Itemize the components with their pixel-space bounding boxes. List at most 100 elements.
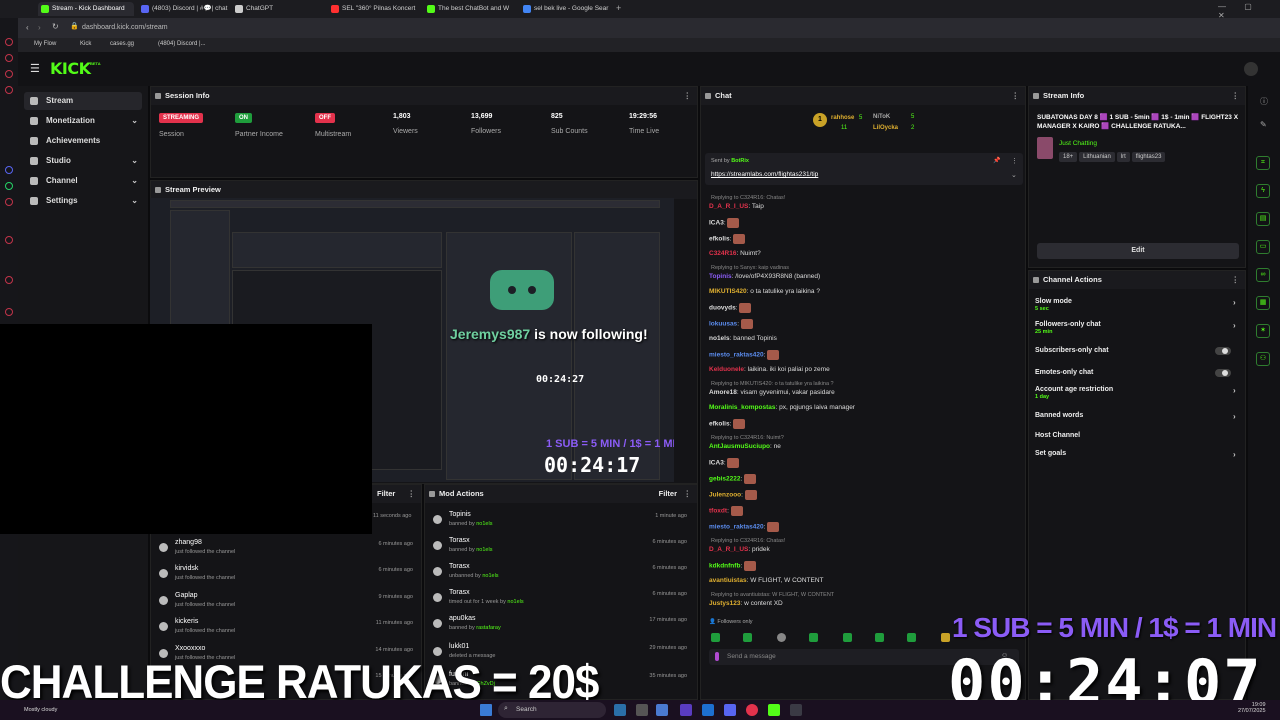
chat-reply-context[interactable]: Replying to C324R16: Chatas! <box>711 195 785 201</box>
settings-icon[interactable] <box>5 308 13 316</box>
bookmark-discord[interactable]: (4804) Discord |... <box>158 41 206 47</box>
clock[interactable]: 19:09 27/07/2025 <box>1238 702 1266 714</box>
chat-username[interactable]: MIKUTIS420 <box>709 288 747 295</box>
windows-start-icon[interactable] <box>480 704 492 716</box>
followers-only-action[interactable]: Followers-only chat 25 min › <box>1035 321 1236 335</box>
chat-username[interactable]: lokuusas <box>709 321 737 328</box>
off-badge[interactable]: OFF <box>315 113 335 123</box>
chat-username[interactable]: efkolis <box>709 421 730 428</box>
music-icon[interactable] <box>5 236 13 244</box>
kick-logo[interactable]: KICK <box>50 59 91 78</box>
chat-reply-context[interactable]: Replying to C324R16: Chatas! <box>711 538 785 544</box>
tab-youtube[interactable]: SEL "360° Pilnas Koncert <box>328 2 418 16</box>
emote-icon[interactable] <box>907 633 916 642</box>
account-age-action[interactable]: Account age restriction 1 day › <box>1035 386 1236 400</box>
clip-icon[interactable]: ⌗ <box>1256 156 1270 170</box>
menu-icon[interactable]: ☰ <box>30 62 40 75</box>
weather-label[interactable]: Mostly cloudy <box>24 707 57 713</box>
chat-username[interactable]: gebis2222 <box>709 476 740 483</box>
more-icon[interactable]: ⋮ <box>1012 87 1020 105</box>
nav-item-achievements[interactable]: Achievements <box>24 132 142 150</box>
discord-icon[interactable] <box>5 166 13 174</box>
avatar[interactable] <box>1244 62 1258 76</box>
nav-item-settings[interactable]: Settings ⌄ <box>24 192 142 210</box>
edit-stream-button[interactable]: Edit <box>1037 243 1239 259</box>
calendar-icon[interactable]: ▦ <box>1256 296 1270 310</box>
on-badge[interactable]: ON <box>235 113 252 123</box>
chat-username[interactable]: tfoxdt <box>709 508 727 515</box>
filter-button[interactable]: Filter <box>659 485 677 503</box>
top-user-name[interactable]: NiToK <box>873 114 890 120</box>
chat-username[interactable]: D_A_R_I_US <box>709 203 748 210</box>
tab-discord[interactable]: (4803) Discord | #💬| chat <box>138 2 228 16</box>
obs-icon[interactable] <box>768 704 780 716</box>
emotes-only-toggle[interactable] <box>1215 369 1231 377</box>
bookmark-icon[interactable] <box>5 70 13 78</box>
opera-icon[interactable] <box>746 704 758 716</box>
chat-username[interactable]: D_A_R_I_US <box>709 546 748 553</box>
chat-username[interactable]: Justys123 <box>709 600 740 607</box>
aria-icon[interactable] <box>5 54 13 62</box>
history-icon[interactable] <box>5 86 13 94</box>
chat-username[interactable]: C324R16 <box>709 250 736 257</box>
emote-icon[interactable] <box>777 633 786 642</box>
pinned-link[interactable]: https://streamlabs.com/flightas231/tip <box>711 171 818 178</box>
back-icon[interactable]: ‹ <box>26 23 29 32</box>
reload-icon[interactable]: ↻ <box>52 22 59 31</box>
chat-reply-context[interactable]: Replying to Sanyx: kaip vadinas <box>711 265 789 271</box>
filter-button[interactable]: Filter <box>377 489 395 498</box>
category-name[interactable]: Just Chatting <box>1059 140 1097 147</box>
chat-username[interactable]: Moralinis_kompostas <box>709 404 775 411</box>
chat-username[interactable]: miesto_raktas420 <box>709 524 764 531</box>
chat-reply-context[interactable]: Replying to avantiuistas: W FLIGHT, W CO… <box>711 592 834 598</box>
more-icon[interactable]: ⋮ <box>408 485 416 503</box>
chat-username[interactable]: Julenzooo <box>709 492 741 499</box>
whatsapp-icon[interactable] <box>5 182 13 190</box>
subscribers-only-toggle[interactable] <box>1215 347 1231 355</box>
bookmark-casesgg[interactable]: cases.gg <box>110 41 134 47</box>
chat-username[interactable]: miesto_raktas420 <box>709 352 764 359</box>
more-icon[interactable]: ⋮ <box>1232 87 1240 105</box>
emote-icon[interactable] <box>809 633 818 642</box>
nav-item-channel[interactable]: Channel ⌄ <box>24 172 142 190</box>
tab-google[interactable]: sel bek live - Google Sear <box>520 2 610 16</box>
top-user-name[interactable]: rahhose <box>831 115 854 121</box>
chat-reply-context[interactable]: Replying to C324R16: Nuimt? <box>711 435 784 441</box>
opera-icon[interactable] <box>5 38 13 46</box>
more-icon[interactable]: ⋮ <box>684 87 692 105</box>
top-user-name[interactable]: LilOycka <box>873 125 898 131</box>
photoshop-icon[interactable] <box>702 704 714 716</box>
chat-reply-context[interactable]: Replying to MIKUTIS420: o ta tatulike yr… <box>711 381 834 387</box>
url-input[interactable]: dashboard.kick.com/stream <box>82 24 168 31</box>
host-channel-action[interactable]: Host Channel <box>1035 432 1080 439</box>
more-icon[interactable]: ⋮ <box>684 485 692 503</box>
chat-username[interactable]: ICA3 <box>709 220 724 227</box>
chat-username[interactable]: AntJausmuSuciupo <box>709 443 770 450</box>
nav-item-stream[interactable]: Stream <box>24 92 142 110</box>
tab-chatbot[interactable]: The best ChatBot and W <box>424 2 514 16</box>
clock-icon[interactable] <box>5 276 13 284</box>
chat-username[interactable]: duovyds <box>709 305 736 312</box>
pin-icon[interactable]: 📌 <box>993 157 1000 164</box>
banned-words-action[interactable]: Banned words › <box>1035 412 1236 421</box>
nav-item-studio[interactable]: Studio ⌄ <box>24 152 142 170</box>
slow-mode-action[interactable]: Slow mode 5 sec › <box>1035 298 1236 312</box>
more-icon[interactable]: ⋮ <box>1011 157 1018 165</box>
link-icon[interactable]: ∞ <box>1256 268 1270 282</box>
emote-icon[interactable] <box>875 633 884 642</box>
chat-username[interactable]: no1els <box>709 335 730 342</box>
document-icon[interactable]: ▤ <box>1256 212 1270 226</box>
chat-username[interactable]: Kelduonele <box>709 366 744 373</box>
task-view-icon[interactable] <box>636 704 648 716</box>
more-icon[interactable]: ⋮ <box>1232 271 1240 289</box>
people-icon[interactable]: ⚇ <box>1256 352 1270 366</box>
chat-username[interactable]: avantiuistas <box>709 577 747 584</box>
flash-icon[interactable]: ϟ <box>1256 184 1270 198</box>
chat-username[interactable]: Amore18 <box>709 389 737 396</box>
premiere-icon[interactable] <box>680 704 692 716</box>
message-icon[interactable]: ▭ <box>1256 240 1270 254</box>
set-goals-action[interactable]: Set goals › <box>1035 450 1236 459</box>
emote-icon[interactable] <box>843 633 852 642</box>
instagram-icon[interactable] <box>5 198 13 206</box>
taskbar-search[interactable]: ⌕ Search <box>498 702 606 718</box>
